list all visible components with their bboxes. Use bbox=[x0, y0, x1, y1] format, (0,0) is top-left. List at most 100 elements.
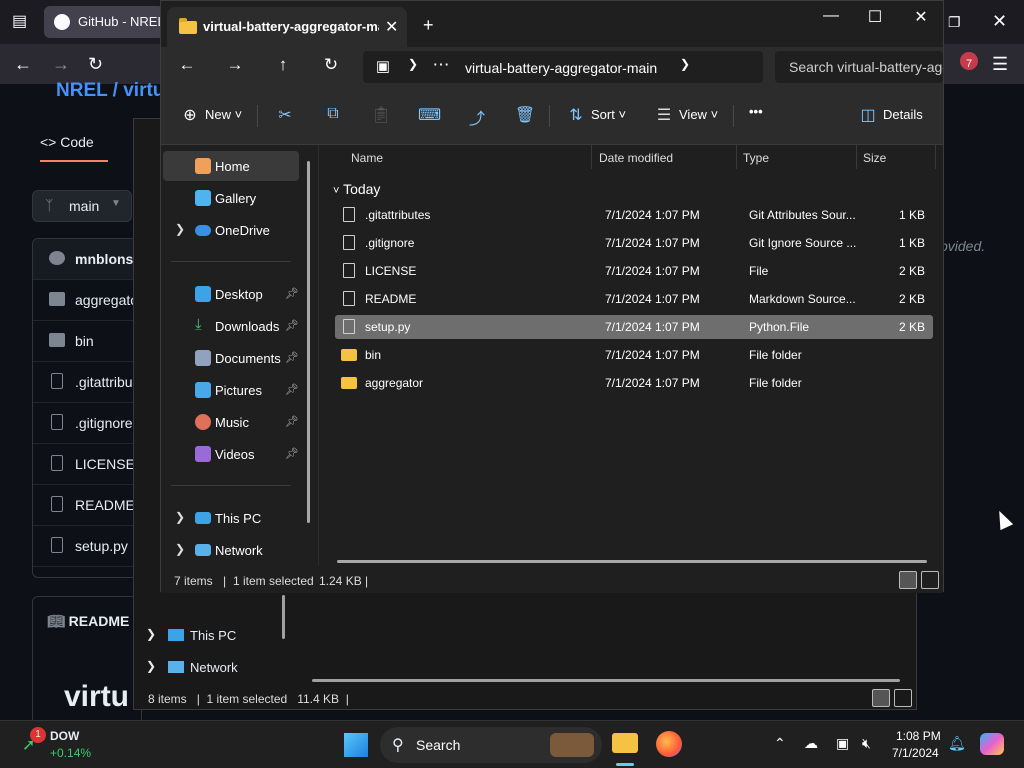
explorer-tab[interactable]: virtual-battery-aggregator-main ✕ bbox=[167, 7, 407, 47]
table-row-selected[interactable]: setup.py 7/1/2024 1:07 PM Python.File 2 … bbox=[335, 315, 933, 339]
repo-owner[interactable]: NREL / bbox=[56, 80, 118, 101]
sidebar-item-thispc[interactable]: ❯ This PC bbox=[163, 503, 299, 533]
sort-button[interactable]: Sort ˅ bbox=[591, 107, 626, 122]
forward-icon[interactable]: → bbox=[223, 55, 247, 75]
list-item[interactable]: .gitignore bbox=[33, 403, 141, 444]
table-row[interactable]: README 7/1/2024 1:07 PM Markdown Source.… bbox=[335, 287, 933, 311]
copilot-icon[interactable] bbox=[980, 733, 1004, 755]
column-header-type[interactable]: Type bbox=[743, 151, 769, 165]
start-icon[interactable] bbox=[344, 733, 368, 757]
repo-breadcrumb[interactable]: NREL / virtu bbox=[56, 80, 164, 102]
delete-icon[interactable]: 🗑︎ bbox=[514, 105, 536, 125]
column-divider[interactable] bbox=[856, 145, 857, 169]
chevron-right-icon[interactable]: ❯ bbox=[175, 542, 185, 556]
new-icon[interactable]: ⊕ bbox=[179, 105, 201, 125]
pin-icon[interactable]: 📌︎ bbox=[285, 287, 299, 300]
sidebar-item-desktop[interactable]: Desktop 📌︎ bbox=[163, 279, 299, 309]
firefox-icon[interactable] bbox=[656, 731, 682, 757]
minimize-icon[interactable]: — bbox=[811, 7, 851, 25]
close-window-icon[interactable]: ✕ bbox=[901, 7, 941, 27]
commit-author[interactable]: mnblonsk bbox=[33, 239, 141, 280]
list-item[interactable]: LICENSE bbox=[33, 444, 141, 485]
chevron-right-icon[interactable]: ❯ bbox=[401, 57, 425, 71]
restore-icon[interactable]: ❐ bbox=[948, 13, 961, 31]
column-divider[interactable] bbox=[736, 145, 737, 169]
branch-selector[interactable]: ᛉ main ▼ bbox=[32, 190, 132, 222]
pin-icon[interactable]: 📌︎ bbox=[285, 447, 299, 460]
refresh-icon[interactable]: ↻ bbox=[319, 55, 343, 75]
copy-icon[interactable]: ⧉ bbox=[322, 105, 344, 123]
close-tab-icon[interactable]: ✕ bbox=[385, 17, 398, 37]
pin-icon[interactable]: 📌︎ bbox=[285, 351, 299, 364]
table-row[interactable]: .gitignore 7/1/2024 1:07 PM Git Ignore S… bbox=[335, 231, 933, 255]
sidebar-item-documents[interactable]: Documents 📌︎ bbox=[163, 343, 299, 373]
column-divider[interactable] bbox=[935, 145, 936, 169]
table-row[interactable]: bin 7/1/2024 1:07 PM File folder bbox=[335, 343, 933, 367]
pin-icon[interactable]: 📌︎ bbox=[285, 415, 299, 428]
notification-bell-icon[interactable]: 🔔︎ bbox=[948, 735, 966, 752]
list-item[interactable]: README. bbox=[33, 485, 141, 526]
nav-scrollbar[interactable] bbox=[307, 161, 310, 523]
column-header-size[interactable]: Size bbox=[863, 151, 886, 165]
sidebar-item-gallery[interactable]: Gallery bbox=[163, 183, 299, 213]
column-divider[interactable] bbox=[591, 145, 592, 169]
table-row[interactable]: .gitattributes 7/1/2024 1:07 PM Git Attr… bbox=[335, 203, 933, 227]
tiles-view-icon[interactable] bbox=[894, 689, 912, 707]
horizontal-scrollbar[interactable] bbox=[312, 679, 900, 682]
sidebar-item-pictures[interactable]: Pictures 📌︎ bbox=[163, 375, 299, 405]
back-icon[interactable]: ← bbox=[175, 55, 199, 75]
browser-reload-icon[interactable]: ↻ bbox=[88, 55, 103, 73]
clock-time[interactable]: 1:08 PM bbox=[896, 729, 941, 743]
group-header-today[interactable]: ˅ Today bbox=[333, 181, 380, 197]
sidebar-item-network[interactable]: ❯ Network bbox=[163, 535, 299, 565]
breadcrumb[interactable]: virtual-battery-aggregator-main bbox=[465, 60, 657, 76]
browser-close-icon[interactable]: ✕ bbox=[992, 12, 1007, 30]
extension-badge[interactable]: 7 bbox=[960, 52, 978, 70]
browser-forward-icon[interactable]: → bbox=[52, 55, 70, 73]
new-tab-icon[interactable]: + bbox=[423, 15, 434, 36]
display-icon[interactable]: ▣ bbox=[836, 735, 849, 752]
readme-tab[interactable]: 📖︎ README bbox=[47, 613, 129, 630]
table-row[interactable]: aggregator 7/1/2024 1:07 PM File folder bbox=[335, 371, 933, 395]
sidebar-item-onedrive[interactable]: ❯ OneDrive bbox=[163, 215, 299, 245]
chevron-right-icon[interactable]: ❯ bbox=[175, 510, 185, 524]
details-view-icon[interactable] bbox=[899, 571, 917, 589]
pin-icon[interactable]: 📌︎ bbox=[285, 383, 299, 396]
share-icon[interactable]: ⤴ bbox=[466, 105, 488, 129]
file-explorer-taskbar-icon[interactable] bbox=[612, 733, 638, 753]
address-bar[interactable]: ▣ ❯ ⋯ virtual-battery-aggregator-main ❯ bbox=[363, 51, 763, 83]
sidebar-item-downloads[interactable]: ⤓ Downloads 📌︎ bbox=[163, 311, 299, 341]
browser-back-icon[interactable]: ← bbox=[14, 55, 32, 73]
tab-code[interactable]: <> Code bbox=[40, 134, 108, 162]
details-view-icon[interactable] bbox=[872, 689, 890, 707]
table-row[interactable]: LICENSE 7/1/2024 1:07 PM File 2 KB bbox=[335, 259, 933, 283]
horizontal-scrollbar[interactable] bbox=[337, 560, 927, 563]
search-box[interactable] bbox=[775, 51, 943, 83]
sidebar-item-thispc[interactable]: ❯ This PC bbox=[134, 621, 284, 649]
column-header-date[interactable]: Date modified bbox=[599, 151, 673, 165]
clock-date[interactable]: 7/1/2024 bbox=[892, 746, 939, 760]
up-icon[interactable]: ↑ bbox=[271, 55, 295, 75]
details-button[interactable]: Details bbox=[883, 107, 923, 122]
maximize-icon[interactable]: ☐ bbox=[855, 7, 895, 27]
list-item[interactable]: bin bbox=[33, 321, 141, 362]
pin-icon[interactable]: 📌︎ bbox=[285, 319, 299, 332]
list-item[interactable]: .gitattribu bbox=[33, 362, 141, 403]
tiles-view-icon[interactable] bbox=[921, 571, 939, 589]
column-header-name[interactable]: Name bbox=[351, 151, 383, 165]
cut-icon[interactable]: ✂ bbox=[274, 105, 296, 125]
chevron-up-icon[interactable]: ⌃ bbox=[774, 735, 786, 752]
list-item[interactable]: aggregato bbox=[33, 280, 141, 321]
taskbar-search[interactable]: ⚲ Search bbox=[380, 727, 602, 763]
chevron-right-icon[interactable]: ❯ bbox=[175, 222, 185, 236]
tab-overview-icon[interactable]: ▤ bbox=[12, 13, 27, 31]
ellipsis-icon[interactable]: ⋯ bbox=[429, 55, 453, 75]
browser-menu-icon[interactable]: ☰ bbox=[992, 55, 1008, 73]
new-button[interactable]: New ˅ bbox=[205, 107, 242, 122]
search-input[interactable] bbox=[775, 51, 943, 83]
onedrive-tray-icon[interactable]: ☁︎ bbox=[804, 735, 818, 752]
sidebar-item-network[interactable]: ❯ Network bbox=[134, 653, 284, 681]
sidebar-item-music[interactable]: Music 📌︎ bbox=[163, 407, 299, 437]
volume-icon[interactable]: 🔇︎ bbox=[862, 735, 871, 752]
browser-tab-github[interactable]: GitHub - NREL/ bbox=[44, 6, 164, 38]
